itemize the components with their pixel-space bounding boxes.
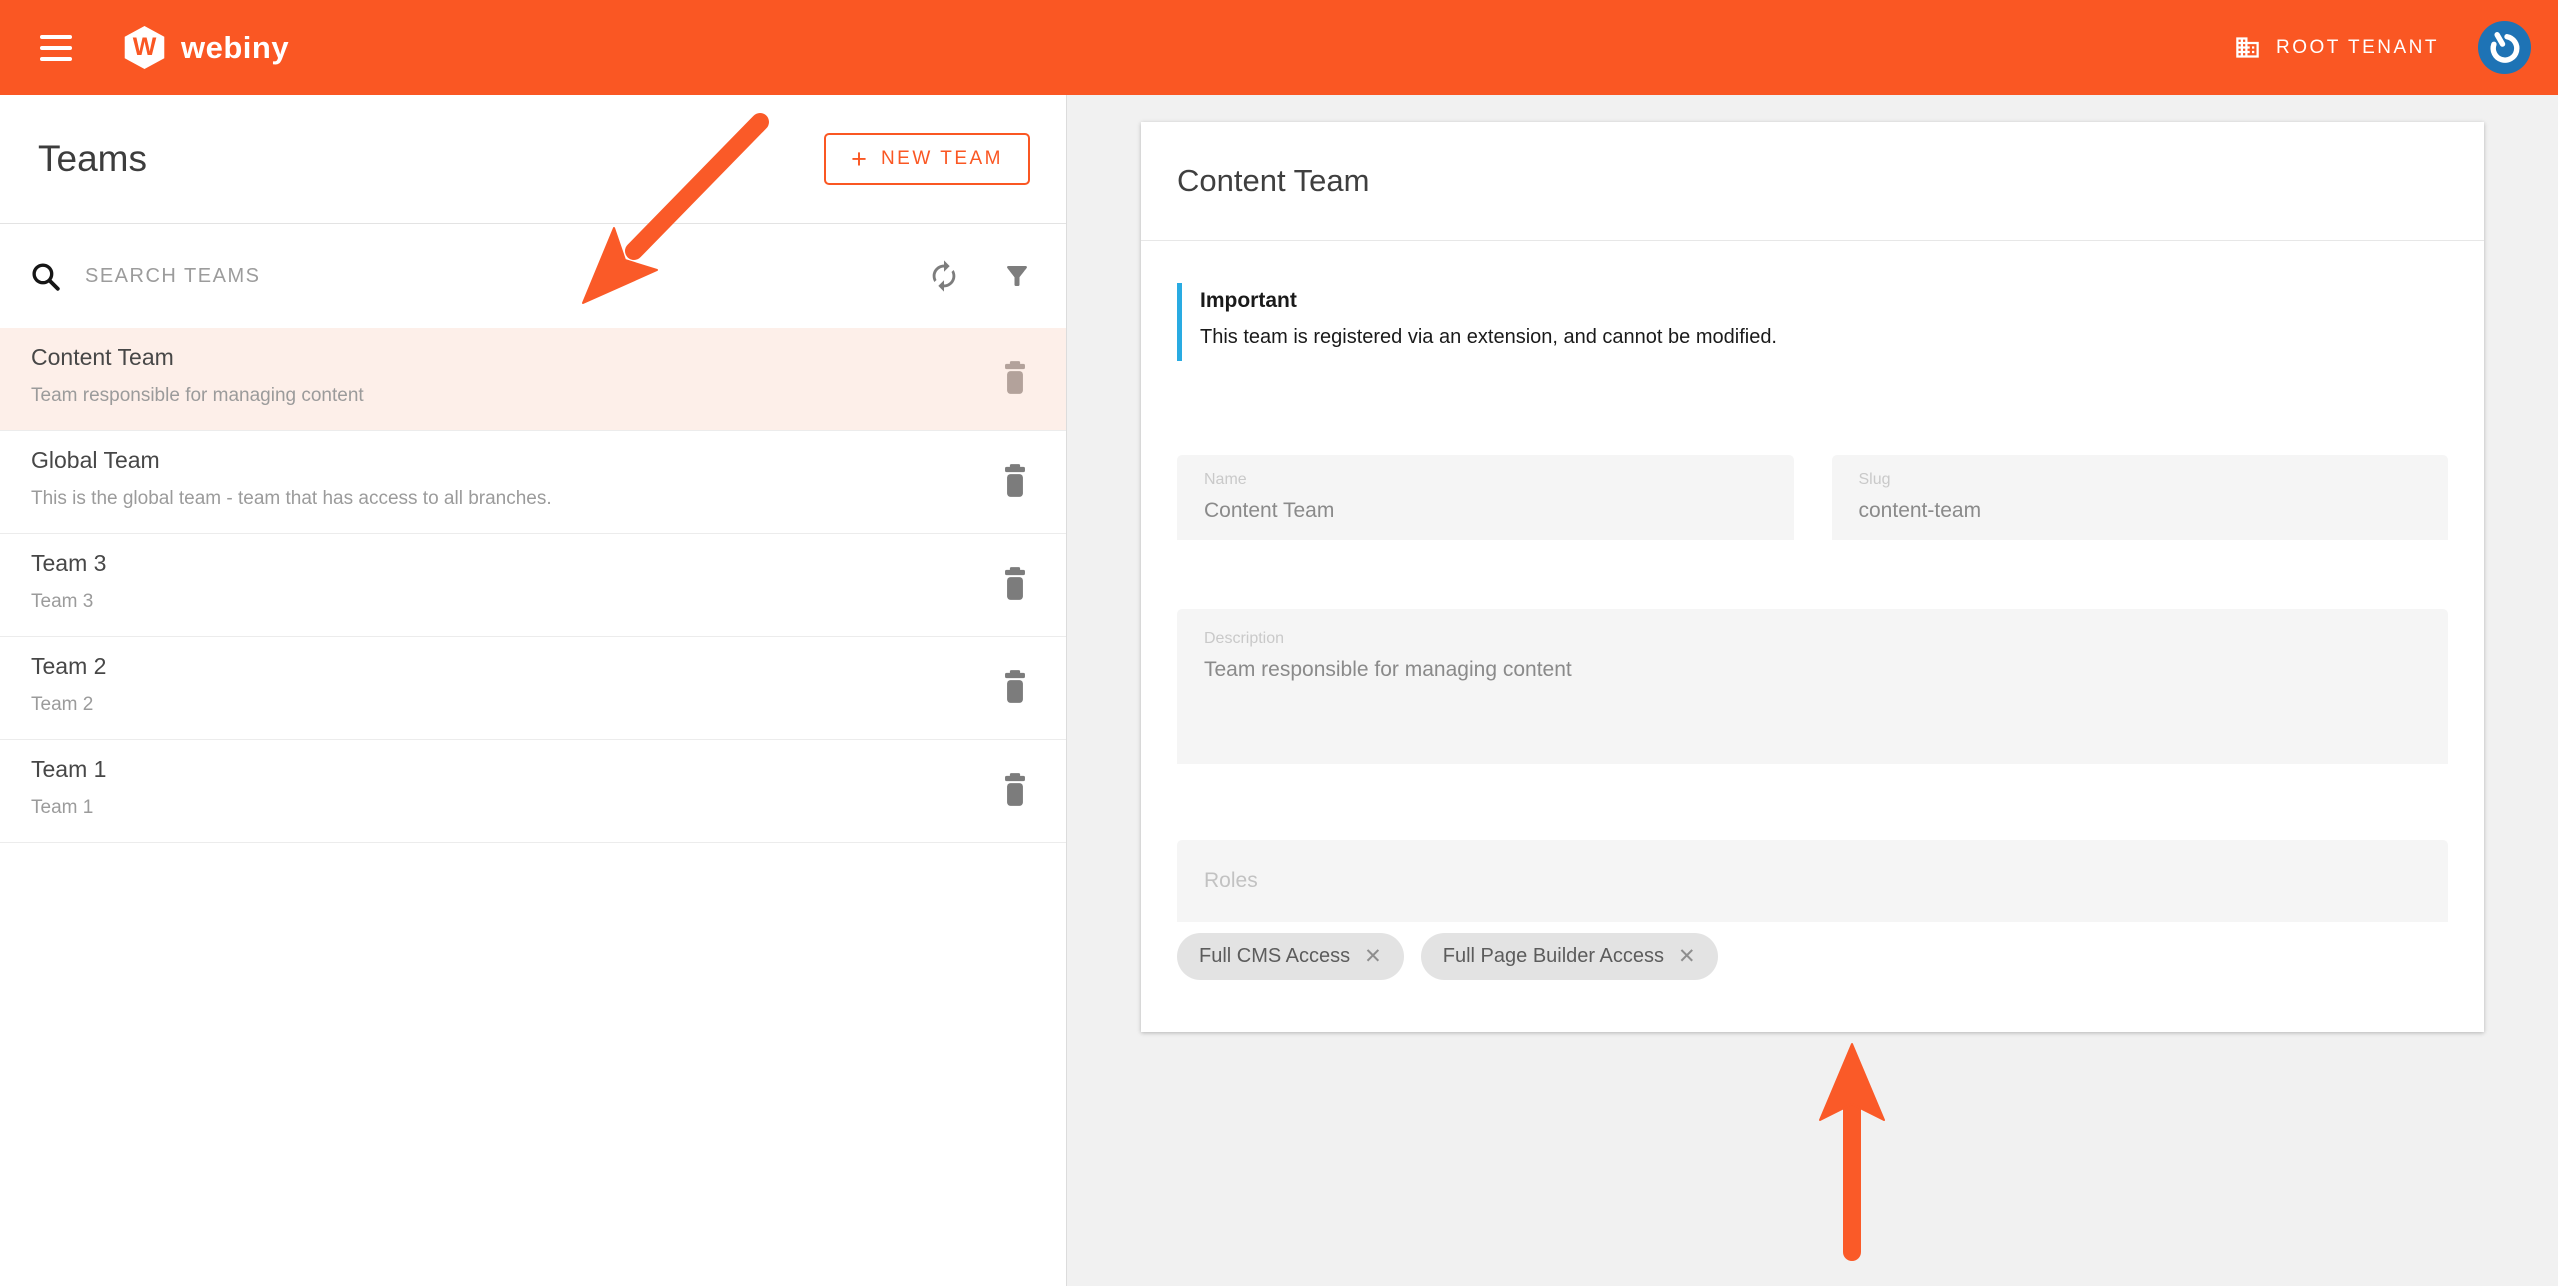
webiny-logo: W webiny: [123, 26, 289, 69]
delete-team-button[interactable]: [1001, 773, 1029, 810]
chip-label: Full CMS Access: [1199, 945, 1351, 967]
webiny-hexagon-icon: W: [124, 26, 165, 69]
team-details-card: Content Team Important This team is regi…: [1141, 122, 2484, 1032]
tenant-button[interactable]: ROOT TENANT: [2234, 34, 2439, 61]
field-value: content-team: [1858, 499, 1982, 522]
team-list-item[interactable]: Content Team Team responsible for managi…: [0, 328, 1066, 431]
building-icon: [2236, 37, 2259, 58]
team-list-item[interactable]: Team 3 Team 3: [0, 534, 1066, 637]
team-list-item[interactable]: Global Team This is the global team - te…: [0, 431, 1066, 534]
role-chip: Full CMS Access ✕: [1177, 933, 1404, 980]
tenant-label: ROOT TENANT: [2276, 36, 2439, 58]
notice-message: This team is registered via an extension…: [1200, 326, 1777, 348]
field-label: Description: [1204, 630, 1285, 647]
avatar[interactable]: [2477, 20, 2532, 75]
delete-team-button[interactable]: [1001, 567, 1029, 604]
field-value: Team responsible for managing content: [1204, 658, 1572, 681]
field-label: Name: [1204, 471, 1247, 488]
card-header: Content Team: [1141, 122, 2484, 241]
team-name: Content Team: [31, 344, 174, 370]
webiny-admin-app: W webiny ROOT TENANT Teams + NEW TEAM SE…: [0, 0, 2558, 1286]
trash-icon: [1005, 773, 1025, 806]
refresh-icon: [932, 260, 956, 292]
top-bar-right: ROOT TENANT: [2234, 20, 2532, 75]
team-list-item[interactable]: Team 1 Team 1: [0, 740, 1066, 843]
content-area: Teams + NEW TEAM SEARCH TEAMS Content Te…: [0, 95, 2558, 1286]
role-chips: Full CMS Access ✕ Full Page Builder Acce…: [1177, 933, 2448, 980]
filter-icon: [1007, 266, 1027, 286]
chip-remove-icon[interactable]: ✕: [1364, 946, 1382, 967]
search-input[interactable]: [85, 264, 927, 288]
important-notice: Important This team is registered via an…: [1177, 283, 2448, 361]
team-description: Team 2: [31, 694, 94, 715]
delete-team-button[interactable]: [1001, 670, 1029, 707]
team-description: Team 3: [31, 591, 94, 612]
team-name: Team 2: [31, 653, 107, 679]
delete-team-button[interactable]: [1001, 464, 1029, 501]
new-team-button[interactable]: + NEW TEAM: [824, 133, 1030, 185]
page-title: Teams: [38, 138, 147, 179]
chip-label: Full Page Builder Access: [1442, 945, 1664, 967]
slug-field: Slug content-team: [1831, 455, 2448, 540]
plus-icon: +: [851, 143, 867, 174]
team-name: Team 1: [31, 756, 107, 782]
name-field: Name Content Team: [1177, 455, 1794, 540]
team-description: This is the global team - team that has …: [31, 488, 552, 509]
team-list: Content Team Team responsible for managi…: [0, 328, 1066, 843]
delete-team-button[interactable]: [1001, 361, 1029, 398]
trash-icon: [1005, 567, 1025, 600]
team-description: Team responsible for managing content: [31, 385, 364, 406]
name-slug-row: Name Content Team Slug content-team: [1177, 455, 2448, 540]
field-label: Slug: [1858, 471, 1891, 488]
team-list-item[interactable]: Team 2 Team 2: [0, 637, 1066, 740]
notice-title: Important: [1200, 289, 1297, 312]
description-field: Description Team responsible for managin…: [1177, 609, 2448, 764]
menu-icon[interactable]: [40, 34, 72, 61]
chip-remove-icon[interactable]: ✕: [1678, 946, 1696, 967]
trash-icon: [1005, 361, 1025, 394]
search-bar: [0, 224, 1066, 328]
team-name: Global Team: [31, 447, 160, 473]
teams-panel: Teams + NEW TEAM SEARCH TEAMS Content Te…: [0, 95, 1067, 1286]
team-description: Team 1: [31, 797, 94, 818]
team-details-panel: Content Team Important This team is regi…: [1067, 95, 2558, 1286]
trash-icon: [1005, 464, 1025, 497]
trash-icon: [1005, 670, 1025, 703]
card-title: Content Team: [1177, 163, 1370, 198]
field-value: Content Team: [1204, 499, 1335, 522]
new-team-label: NEW TEAM: [880, 148, 1003, 169]
card-body: Important This team is registered via an…: [1141, 283, 2484, 1032]
brand-initial: W: [132, 33, 157, 61]
filter-button[interactable]: [1002, 261, 1032, 291]
brand-wordmark: webiny: [181, 29, 290, 65]
role-chip: Full Page Builder Access ✕: [1420, 933, 1718, 980]
search-icon: [32, 262, 60, 291]
top-bar: W webiny ROOT TENANT: [0, 0, 2558, 95]
teams-toolbar: Teams + NEW TEAM: [0, 95, 1066, 224]
team-name: Team 3: [31, 550, 107, 576]
roles-placeholder: Roles: [1204, 869, 1258, 892]
roles-field[interactable]: Roles: [1177, 840, 2448, 922]
refresh-button[interactable]: [927, 259, 961, 293]
